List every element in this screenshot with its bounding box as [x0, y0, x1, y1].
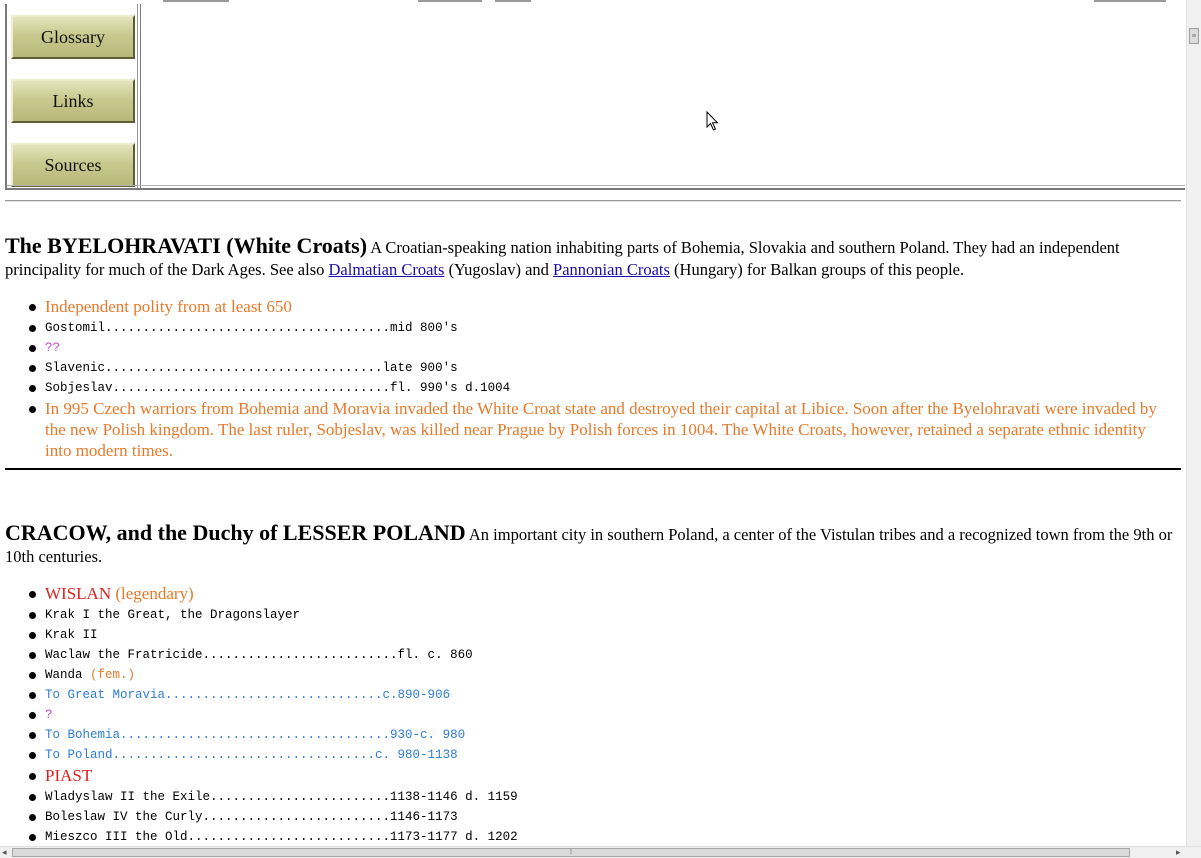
list-item: Slavenic................................… [5, 358, 1175, 378]
list-item: Wladyslaw II the Exile..................… [5, 787, 1175, 807]
ruler-list: WISLAN (legendary) Krak I the Great, the… [5, 583, 1175, 846]
frame-edge-mark [163, 0, 229, 2]
frame-inner-line [7, 185, 1185, 186]
frame-edge-mark [495, 0, 531, 2]
scroll-left-arrow-icon[interactable]: ◂ [2, 847, 7, 858]
list-item: Boleslaw IV the Curly...................… [5, 807, 1175, 827]
intro-text: (Hungary) for Balkan groups of this peop… [669, 260, 965, 279]
list-item: Gostomil................................… [5, 318, 1175, 338]
byelohravati-section: The BYELOHRAVATI (White Croats) A Croati… [5, 235, 1175, 461]
list-item: WISLAN (legendary) [5, 583, 1175, 604]
list-item: ? [5, 705, 1175, 725]
ruler-list: Independent polity from at least 650 Gos… [5, 296, 1175, 461]
list-item: Independent polity from at least 650 [5, 296, 1175, 317]
horizontal-scrollbar[interactable]: ◂ ⁞ ▸ [0, 846, 1201, 858]
list-item: Krak II [5, 625, 1175, 645]
frame-edge-mark [1094, 0, 1166, 2]
byelohravati-intro: The BYELOHRAVATI (White Croats) A Croati… [5, 235, 1175, 281]
cracow-intro: CRACOW, and the Duchy of LESSER POLAND A… [5, 522, 1175, 568]
scrollbar-grip-icon[interactable]: ≡ [1189, 28, 1199, 44]
mouse-cursor-icon [706, 111, 719, 131]
list-item: To Poland...............................… [5, 745, 1175, 765]
column-divider [137, 4, 138, 188]
list-item: To Bohemia..............................… [5, 725, 1175, 745]
list-item: To Great Moravia........................… [5, 685, 1175, 705]
ruler-name: Wanda [45, 668, 91, 682]
nav-button-column: Glossary Links Sources [7, 4, 141, 188]
frame-edge-mark [418, 0, 482, 2]
list-item: In 995 Czech warriors from Bohemia and M… [5, 398, 1175, 461]
cracow-section: CRACOW, and the Duchy of LESSER POLAND A… [5, 522, 1175, 846]
list-item: Krak I the Great, the Dragonslayer [5, 605, 1175, 625]
dynasty-note: (legendary) [111, 584, 194, 603]
pannonian-croats-link[interactable]: Pannonian Croats [553, 260, 670, 279]
sources-button[interactable]: Sources [11, 143, 135, 187]
horizontal-scroll-thumb[interactable]: ⁞ [12, 848, 1130, 857]
section-title: CRACOW, and the Duchy of LESSER POLAND [5, 520, 466, 545]
section-divider [5, 200, 1181, 202]
links-button[interactable]: Links [11, 79, 135, 123]
navigation-frame: Glossary Links Sources [5, 4, 1185, 190]
dalmatian-croats-link[interactable]: Dalmatian Croats [329, 260, 445, 279]
list-item: Sobjeslav...............................… [5, 378, 1175, 398]
vertical-scrollbar[interactable]: ≡ [1186, 0, 1201, 846]
list-item: ?? [5, 338, 1175, 358]
ruler-note: (fem.) [90, 668, 136, 682]
section-divider [5, 468, 1181, 470]
glossary-button[interactable]: Glossary [11, 15, 135, 59]
section-title: The BYELOHRAVATI (White Croats) [5, 233, 368, 258]
list-item: Mieszco III the Old.....................… [5, 827, 1175, 846]
browser-viewport: Glossary Links Sources The BYELOHRAVATI … [0, 0, 1186, 846]
list-item: PIAST [5, 765, 1175, 786]
intro-text: (Yugoslav) and [444, 260, 554, 279]
list-item: Waclaw the Fratricide...................… [5, 645, 1175, 665]
dynasty-label: WISLAN [45, 584, 112, 603]
list-item: Wanda (fem.) [5, 665, 1175, 685]
scroll-right-arrow-icon[interactable]: ▸ [1176, 847, 1181, 858]
